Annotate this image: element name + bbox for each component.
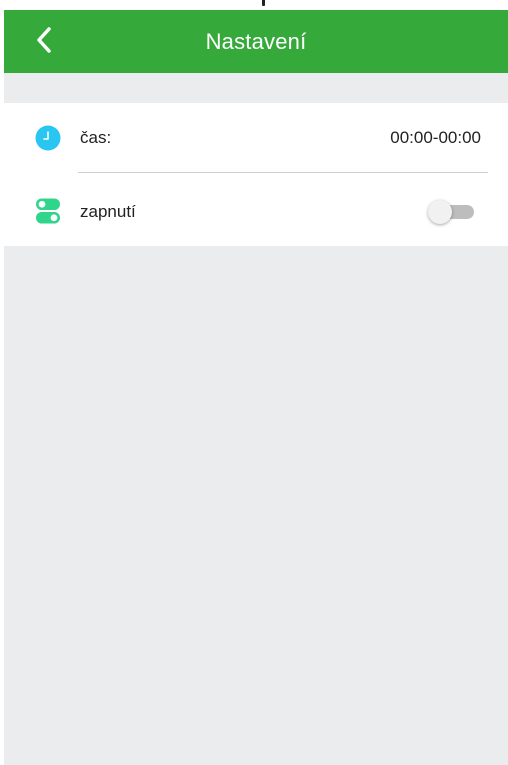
page-title: Nastavení [205, 28, 307, 54]
status-indicator [262, 0, 265, 6]
power-label: zapnutí [80, 202, 136, 221]
toggle-thumb [428, 200, 452, 224]
time-label: čas: [80, 128, 112, 147]
status-bar [0, 0, 508, 10]
clock-icon [35, 125, 61, 151]
settings-list: čas: 00:00-00:00 zapnutí [4, 103, 508, 246]
time-setting-row[interactable]: čas: 00:00-00:00 [4, 103, 508, 172]
app-bar: Nastavení [4, 10, 508, 73]
chevron-left-icon [37, 27, 51, 53]
power-setting-row: zapnutí [4, 174, 508, 246]
row-divider [78, 172, 488, 173]
power-toggle[interactable] [428, 200, 474, 224]
time-range-value: 00:00-00:00 [390, 128, 481, 147]
toggle-switch-icon [36, 198, 60, 224]
back-button[interactable] [26, 22, 62, 58]
